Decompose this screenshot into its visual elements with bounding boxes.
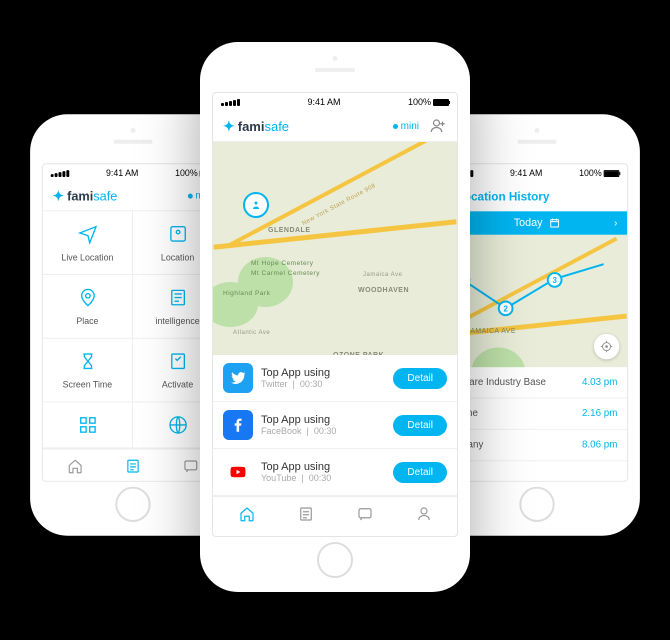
status-bar: 9:41 AM 100% [43, 164, 223, 182]
page-title: Location History [447, 182, 627, 211]
tab-bar [213, 496, 457, 536]
map[interactable]: GLENDALE WOODHAVEN OZONE PARK Mt Hope Ce… [213, 142, 457, 355]
youtube-icon [223, 457, 253, 487]
feature-live-location[interactable]: Live Location [43, 211, 133, 275]
tab-bar [43, 448, 223, 481]
feature-apps[interactable] [43, 402, 133, 448]
calendar-icon [548, 217, 560, 229]
status-battery: 100% [408, 97, 431, 107]
tab-list[interactable] [297, 505, 315, 528]
app-row: Top App usingFaceBook|00:30 Detail [213, 402, 457, 449]
detail-button[interactable]: Detail [393, 462, 447, 483]
tab-home[interactable] [67, 457, 85, 480]
feature-screen-time[interactable]: Screen Time [43, 339, 133, 403]
tab-messages[interactable] [356, 505, 374, 528]
twitter-icon [223, 363, 253, 393]
feature-place[interactable]: Place [43, 275, 133, 339]
chevron-right-icon: › [614, 218, 617, 229]
logo: ✦famisafe [223, 118, 289, 135]
add-user-icon[interactable] [429, 117, 447, 135]
app-header: ✦famisafe mini [43, 182, 223, 211]
history-row[interactable]: kone2.16 pm [447, 399, 627, 430]
location-pin[interactable] [243, 192, 269, 218]
status-time: 9:41 AM [106, 168, 138, 178]
status-time: 9:41 AM [307, 97, 340, 107]
app-row: Top App usingTwitter|00:30 Detail [213, 355, 457, 402]
status-bar: 9:41 AM 100% [447, 164, 627, 182]
app-row: Top App usingYouTube|00:30 Detail [213, 449, 457, 496]
app-header: ✦famisafe mini [213, 111, 457, 142]
locate-button[interactable] [594, 334, 619, 359]
tab-home[interactable] [238, 505, 256, 528]
history-row[interactable]: npany8.06 pm [447, 430, 627, 461]
date-selector[interactable]: Today› [447, 211, 627, 235]
facebook-icon [223, 410, 253, 440]
detail-button[interactable]: Detail [393, 415, 447, 436]
path-point-3[interactable]: 3 [547, 272, 563, 288]
profile-selector[interactable]: mini [393, 121, 419, 132]
history-row[interactable]: ftware Industry Base4.03 pm [447, 367, 627, 398]
tab-list[interactable] [124, 457, 142, 480]
top-apps-list: Top App usingTwitter|00:30 Detail Top Ap… [213, 355, 457, 496]
status-bar: 9:41 AM 100% [213, 93, 457, 111]
status-battery: 100% [175, 168, 198, 178]
tab-messages[interactable] [182, 457, 200, 480]
logo: ✦famisafe [53, 188, 118, 205]
map[interactable]: 1 2 3 Jamaica Ave [447, 235, 627, 367]
detail-button[interactable]: Detail [393, 368, 447, 389]
tab-profile[interactable] [415, 505, 433, 528]
path-point-2[interactable]: 2 [498, 301, 514, 317]
